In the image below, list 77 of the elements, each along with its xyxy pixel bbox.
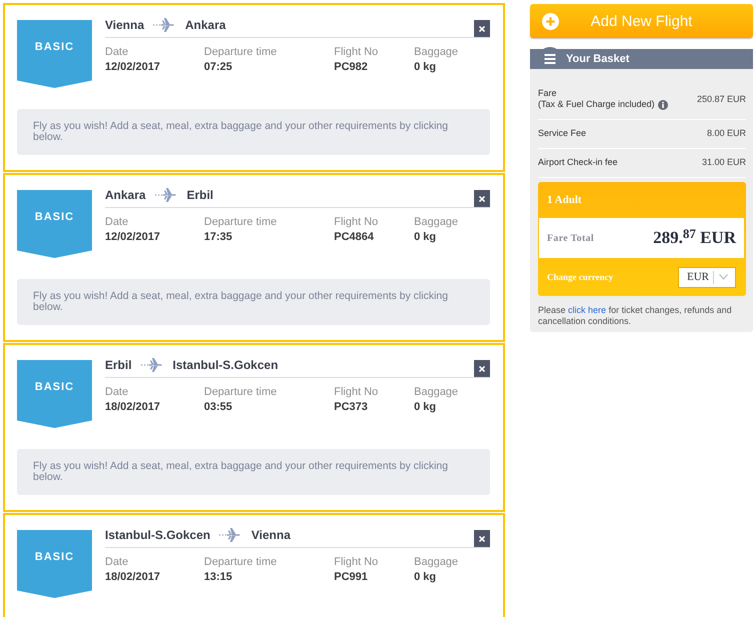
field-value: 12/02/2017 (105, 60, 162, 74)
close-icon (479, 196, 485, 202)
field-label: Baggage (414, 215, 460, 229)
close-button[interactable] (474, 530, 490, 547)
origin-city: Vienna (105, 17, 144, 33)
fee-amount: 31.00 EUR (702, 157, 746, 168)
fare-badge: BASIC (17, 190, 92, 258)
fare-badge: BASIC (17, 360, 92, 428)
field-value: PC991 (334, 570, 369, 584)
field-value: 18/02/2017 (105, 570, 162, 584)
field-label: Flight No (334, 215, 380, 229)
field-value: 03:55 (204, 400, 234, 414)
origin-city: Ankara (105, 187, 146, 203)
field-label: Departure time (204, 45, 278, 59)
fee-label: Airport Check-in fee (538, 157, 618, 168)
plane-icon (153, 18, 176, 32)
origin-city: Istanbul-S.Gokcen (105, 527, 210, 543)
field-label: Date (105, 215, 130, 229)
passenger-count: 1 Adult (547, 194, 582, 206)
close-icon (479, 26, 485, 32)
close-button[interactable] (474, 360, 490, 377)
fare-total-label: Fare Total (547, 232, 594, 244)
plus-icon (542, 12, 559, 30)
field-label: Departure time (204, 555, 278, 569)
close-icon (479, 366, 485, 372)
field-label: Flight No (334, 555, 380, 569)
chevron-icon (719, 274, 728, 280)
plane-icon (154, 188, 177, 202)
info-message: Fly as you wish! Add a seat, meal, extra baggage and your other requirements by clicking below. (17, 449, 490, 495)
field-label: Date (105, 555, 130, 569)
currency-select[interactable]: EUR (678, 266, 736, 288)
field-value: 0 kg (414, 570, 438, 584)
fee-label: Service Fee (538, 128, 586, 139)
destination-city: Istanbul-S.Gokcen (172, 357, 278, 373)
field-label: Date (105, 45, 130, 59)
field-value: 0 kg (414, 230, 438, 244)
field-label: Baggage (414, 385, 460, 399)
fee-amount: 8.00 EUR (706, 128, 746, 139)
field-value: 0 kg (414, 400, 438, 414)
destination-city: Vienna (251, 527, 290, 543)
info-icon[interactable] (658, 100, 668, 110)
close-button[interactable] (474, 190, 490, 207)
field-value: 13:15 (204, 570, 234, 584)
field-label: Date (105, 385, 130, 399)
plane-icon (219, 528, 242, 542)
fee-label: Fare (538, 88, 558, 99)
field-label: Departure time (204, 215, 278, 229)
field-value: 07:25 (204, 60, 234, 74)
field-value: 12/02/2017 (105, 230, 162, 244)
info-message: Fly as you wish! Add a seat, meal, extra baggage and your other requirements by clicking below. (17, 109, 490, 155)
footer-note: Please click here for ticket changes, refunds and cancellation conditions. (538, 305, 733, 327)
field-value: 17:35 (204, 230, 234, 244)
field-label: Baggage (414, 555, 460, 569)
field-label: Departure time (204, 385, 278, 399)
fee-amount: 250.87 EUR (696, 94, 746, 104)
fare-badge: BASIC (17, 530, 92, 598)
field-label: Flight No (334, 45, 380, 59)
field-value: PC373 (334, 400, 369, 414)
terms-link[interactable]: click here (568, 305, 606, 315)
currency-label: Change currency (547, 272, 614, 282)
info-message: Fly as you wish! Add a seat, meal, extra baggage and your other requirements by clicking below. (17, 279, 490, 325)
field-value: PC4864 (334, 230, 375, 244)
destination-city: Erbil (186, 187, 214, 203)
field-value: 0 kg (414, 60, 438, 74)
destination-city: Ankara (185, 17, 226, 33)
field-label: Flight No (334, 385, 380, 399)
basket-title: Your Basket (566, 53, 630, 65)
fare-total-amount: 289.$^{87}$ EUR (653, 228, 736, 248)
fee-note: (Tax & Fuel Charge included) (538, 99, 655, 110)
field-value: PC982 (334, 60, 369, 74)
close-button[interactable] (474, 20, 490, 37)
fare-badge: BASIC (17, 20, 92, 88)
close-icon (479, 536, 485, 542)
field-value: 18/02/2017 (105, 400, 162, 414)
origin-city: Erbil (105, 357, 132, 373)
plane-icon (140, 358, 163, 372)
field-label: Baggage (414, 45, 460, 59)
